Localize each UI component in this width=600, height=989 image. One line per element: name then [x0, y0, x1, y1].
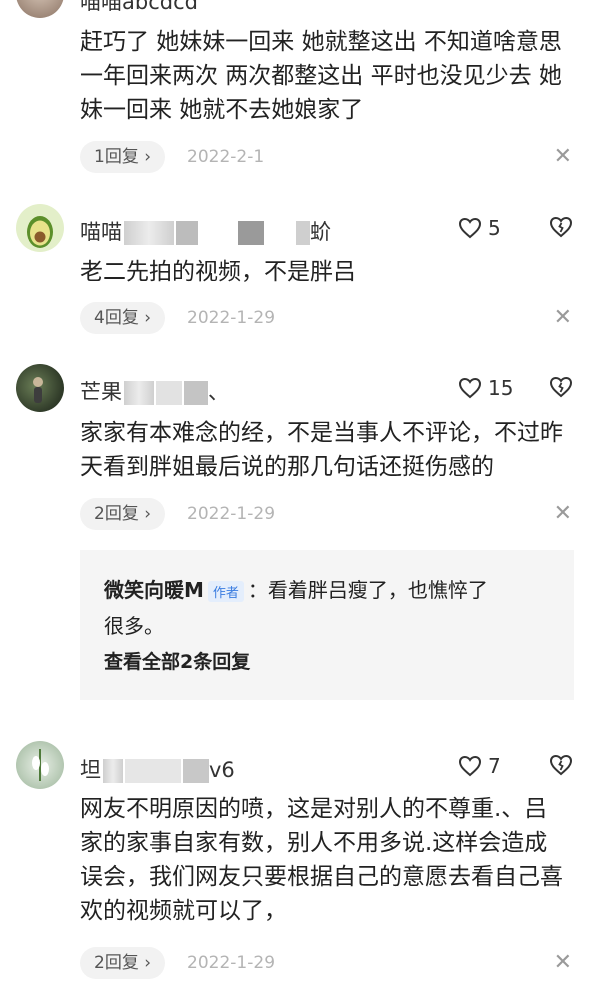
commenter-name[interactable]: 喵喵abcdcd — [80, 0, 198, 16]
avocado-icon — [27, 216, 53, 248]
name-mask — [124, 221, 174, 245]
name-mask — [296, 221, 310, 245]
view-all-replies-link[interactable]: 查看全部2条回复 — [104, 647, 250, 674]
name-prefix: 芒果 — [80, 380, 122, 404]
heart-outline-icon — [458, 217, 482, 239]
reply-count-button[interactable]: 2回复 › — [80, 947, 166, 979]
close-icon[interactable]: ✕ — [554, 141, 572, 173]
name-suffix: v6 — [209, 758, 235, 782]
name-suffix: 、 — [208, 380, 229, 404]
name-prefix: 坦 — [80, 758, 101, 782]
sub-reply-author[interactable]: 微笑向暖M — [104, 578, 204, 602]
avatar[interactable] — [16, 364, 64, 412]
sub-reply-first-line: 微笑向暖M 作者 ：看着胖吕瘦了，也憔悴了 — [104, 574, 488, 603]
close-icon[interactable]: ✕ — [554, 498, 572, 530]
name-mask — [103, 759, 123, 783]
commenter-name[interactable]: 芒果 、 — [80, 376, 229, 406]
broken-heart-outline-icon — [549, 754, 573, 776]
comment-text: 老二先拍的视频，不是胖吕 — [80, 259, 356, 285]
reply-count-button[interactable]: 1回复 › — [80, 141, 166, 173]
comment-date: 2022-1-29 — [187, 308, 276, 328]
comment-text: 网友不明原因的喷，这是对别人的不尊重.、吕家的家事自家有数，别人不用多说.这样会… — [80, 796, 563, 924]
avatar[interactable] — [16, 204, 64, 252]
comment-text: 赶巧了 她妹妹一回来 她就整这出 不知道啥意思 一年回来两次 两次都整这出 平时… — [80, 29, 562, 123]
comment-date: 2022-2-1 — [187, 147, 265, 167]
name-mask — [124, 381, 154, 405]
like-button[interactable]: 15 — [458, 376, 513, 400]
like-count: 7 — [488, 754, 501, 778]
dislike-button[interactable] — [549, 216, 573, 242]
name-mask — [266, 221, 294, 245]
dislike-button[interactable] — [549, 376, 573, 402]
name-suffix: 蚧 — [310, 220, 331, 244]
name-mask — [156, 381, 182, 405]
name-mask — [238, 221, 264, 245]
dislike-button[interactable] — [549, 754, 573, 780]
name-mask — [200, 221, 236, 245]
name-mask — [184, 381, 208, 405]
like-count: 5 — [488, 216, 501, 240]
comment-actions: 4回复 › 2022-1-29 — [80, 302, 275, 334]
commenter-name[interactable]: 喵喵 蚧 — [80, 216, 331, 246]
person-photo-icon — [33, 377, 43, 403]
name-prefix: 喵喵 — [80, 220, 122, 244]
like-count: 15 — [488, 376, 514, 400]
comment-text: 家家有本难念的经，不是当事人不评论，不过昨天看到胖姐最后说的那几句话还挺伤感的 — [80, 420, 563, 480]
heart-outline-icon — [458, 377, 482, 399]
avatar[interactable] — [16, 741, 64, 789]
name-mask — [183, 759, 209, 783]
commenter-name[interactable]: 坦 v6 — [80, 754, 235, 784]
snowdrop-flower-icon — [32, 749, 49, 781]
reply-count-button[interactable]: 4回复 › — [80, 302, 166, 334]
reply-count-button[interactable]: 2回复 › — [80, 498, 166, 530]
broken-heart-outline-icon — [549, 376, 573, 398]
name-mask — [125, 759, 181, 783]
name-mask — [176, 221, 198, 245]
comment-date: 2022-1-29 — [187, 504, 276, 524]
author-badge: 作者 — [207, 581, 244, 602]
comment-date: 2022-1-29 — [187, 953, 276, 973]
sub-reply-card[interactable]: 微笑向暖M 作者 ：看着胖吕瘦了，也憔悴了 很多。 查看全部2条回复 — [80, 550, 574, 700]
broken-heart-outline-icon — [549, 216, 573, 238]
heart-outline-icon — [458, 755, 482, 777]
sub-reply-text-continued: 很多。 — [104, 614, 164, 638]
comment-actions: 2回复 › 2022-1-29 — [80, 498, 275, 530]
sub-reply-text: ：看着胖吕瘦了，也憔悴了 — [247, 578, 488, 602]
comment-actions: 1回复 › 2022-2-1 — [80, 141, 264, 173]
avatar[interactable] — [16, 0, 64, 18]
comment-actions: 2回复 › 2022-1-29 — [80, 947, 275, 979]
like-button[interactable]: 5 — [458, 216, 501, 240]
like-button[interactable]: 7 — [458, 754, 501, 778]
close-icon[interactable]: ✕ — [554, 947, 572, 979]
close-icon[interactable]: ✕ — [554, 302, 572, 334]
